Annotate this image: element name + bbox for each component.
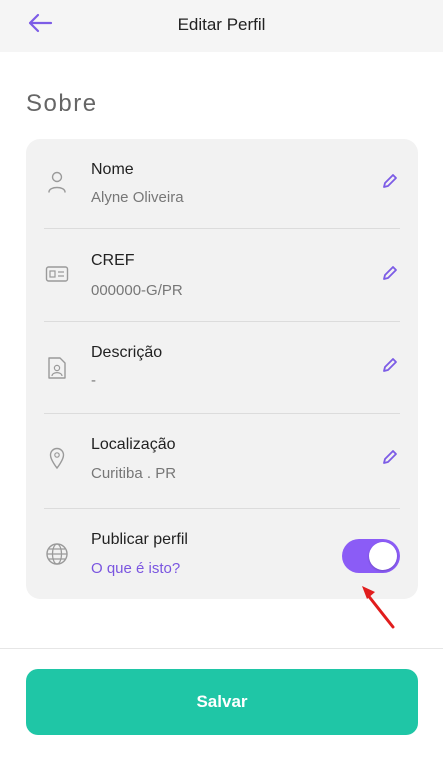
toggle-knob (369, 542, 397, 570)
publish-toggle[interactable] (342, 539, 400, 573)
edit-location-button[interactable] (376, 445, 404, 473)
divider (44, 508, 400, 509)
divider (44, 228, 400, 229)
location-pin-icon (44, 445, 70, 471)
field-value: Curitiba . PR (91, 465, 177, 482)
pencil-icon (381, 264, 399, 287)
divider (44, 413, 400, 414)
profile-document-icon (44, 355, 70, 381)
pencil-icon (381, 448, 399, 471)
section-title: Sobre (26, 90, 98, 117)
save-button[interactable]: Salvar (26, 669, 418, 735)
field-value: Alyne Oliveira (91, 189, 184, 206)
field-value: - (91, 372, 96, 389)
top-bar: Editar Perfil (0, 0, 443, 52)
id-card-icon (44, 261, 70, 287)
globe-icon (44, 541, 70, 567)
field-value: 000000-G/PR (91, 282, 183, 299)
pencil-icon (381, 356, 399, 379)
edit-name-button[interactable] (376, 169, 404, 197)
annotation-arrow-icon (362, 586, 395, 629)
user-icon (44, 169, 70, 195)
field-label: Descrição (91, 344, 163, 361)
publish-label: Publicar perfil (91, 531, 188, 548)
field-label: Localização (91, 436, 176, 453)
pencil-icon (381, 172, 399, 195)
field-label: Nome (91, 161, 134, 178)
edit-cref-button[interactable] (376, 261, 404, 289)
edit-description-button[interactable] (376, 353, 404, 381)
page-title: Editar Perfil (177, 15, 266, 34)
divider (44, 321, 400, 322)
field-label: CREF (91, 252, 135, 269)
profile-card: Nome Alyne Oliveira CREF 000000-G/PR Des… (26, 139, 418, 599)
footer-divider (0, 648, 443, 649)
what-is-this-link[interactable]: O que é isto? (91, 560, 180, 577)
